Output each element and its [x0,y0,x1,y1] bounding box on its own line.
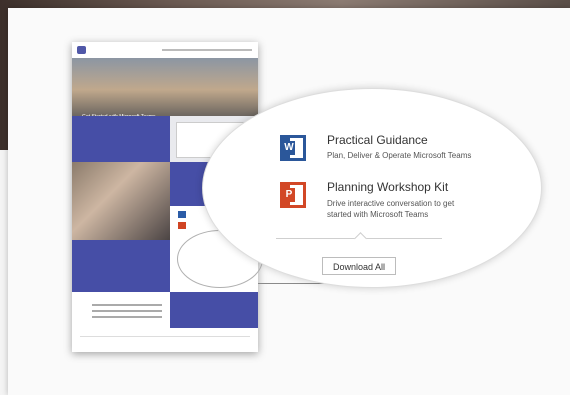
powerpoint-icon [178,222,186,229]
doc-people-photo [72,162,170,240]
doc-header [72,42,258,58]
callout-connector [258,283,328,284]
resource-description: Plan, Deliver & Operate Microsoft Teams [327,151,472,160]
doc-footer [80,336,250,345]
resource-title[interactable]: Planning Workshop Kit [327,180,448,194]
doc-text-block [170,292,258,328]
doc-text-block [72,116,170,162]
word-icon[interactable]: W [280,135,306,161]
doc-text-block [72,240,170,292]
resource-description: Drive interactive conversation to get st… [327,199,455,219]
doc-hero-image [72,58,258,116]
word-icon [178,211,186,218]
download-all-button[interactable]: Download All [322,257,396,275]
powerpoint-icon[interactable]: P [280,182,306,208]
doc-nav [162,49,252,51]
doc-links [92,300,162,324]
resource-title[interactable]: Practical Guidance [327,133,428,147]
teams-logo-icon [77,46,86,54]
